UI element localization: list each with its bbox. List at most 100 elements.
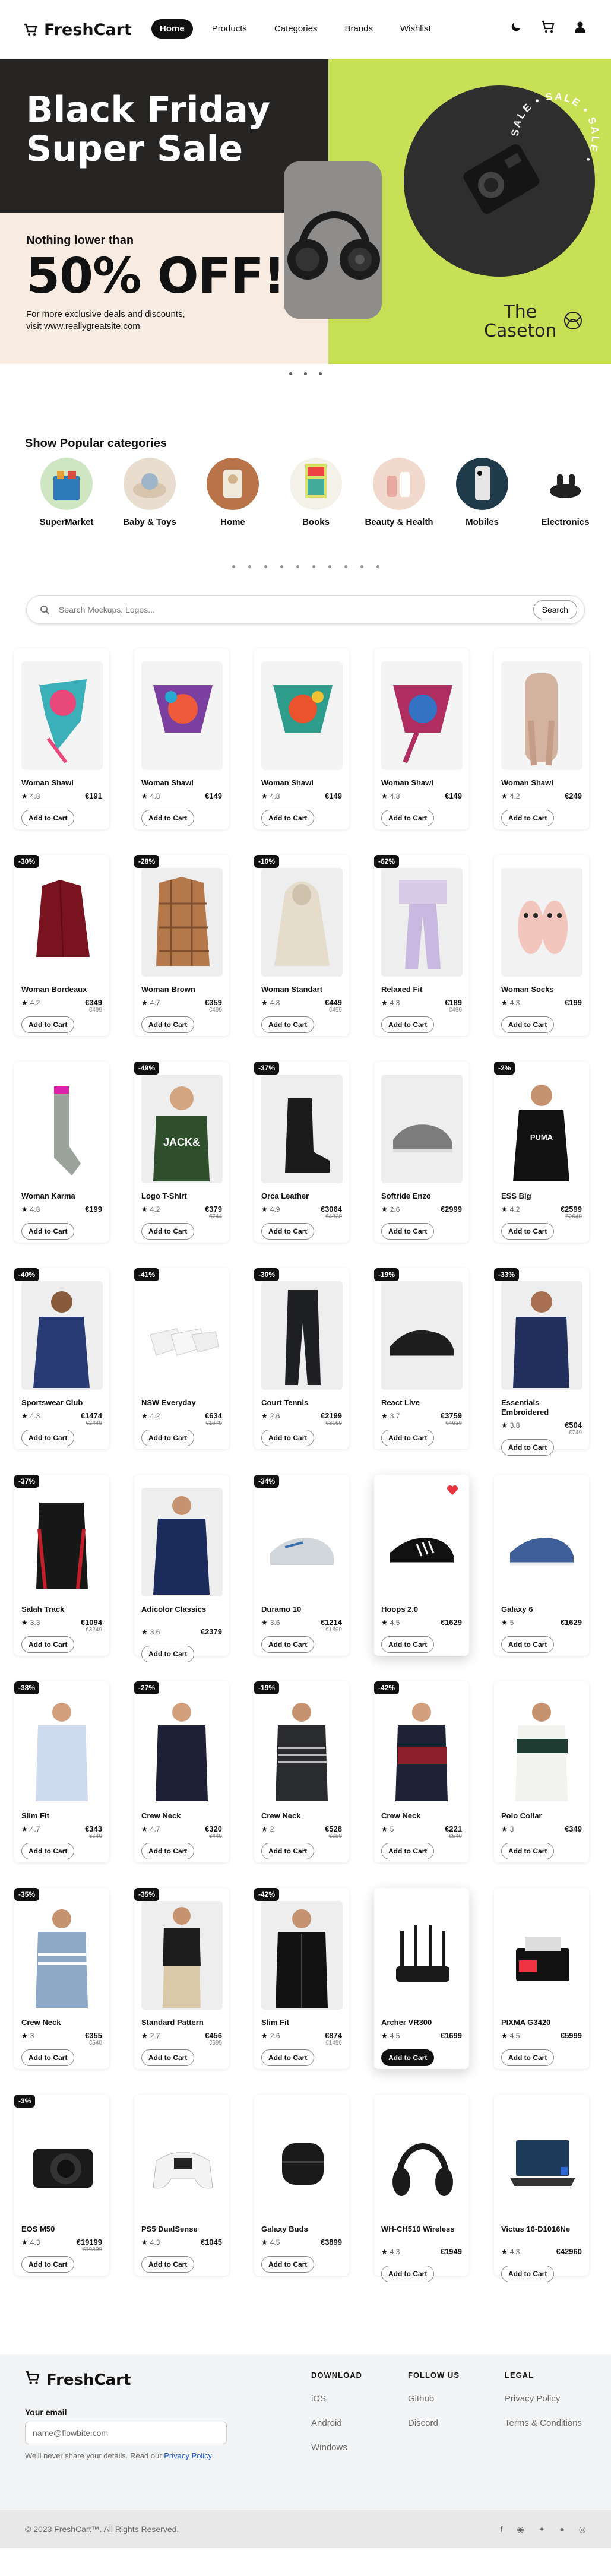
product-card[interactable]: -41% NSW Everyday ★ 4.2 €634 €1079 Add to … (134, 1268, 229, 1449)
category-supermarket[interactable]: SuperMarket (25, 458, 108, 527)
product-name[interactable]: Logo T-Shirt (141, 1192, 222, 1201)
product-card[interactable]: -19% React Live ★ 3.7 €3759 €4639 Add to C… (374, 1268, 469, 1449)
add-to-cart-button[interactable]: Add to Cart (381, 1016, 435, 1033)
add-to-cart-button[interactable]: Add to Cart (261, 1843, 315, 1859)
add-to-cart-button[interactable]: Add to Cart (21, 810, 75, 826)
add-to-cart-button[interactable]: Add to Cart (141, 1223, 195, 1240)
product-name[interactable]: WH-CH510 Wireless (381, 2225, 462, 2244)
add-to-cart-button[interactable]: Add to Cart (501, 810, 555, 826)
discord-icon[interactable]: ◉ (517, 2524, 524, 2534)
nav-brands[interactable]: Brands (336, 19, 381, 39)
add-to-cart-button[interactable]: Add to Cart (381, 810, 435, 826)
product-card[interactable]: -28% Woman Brown ★ 4.7 €359 €499 Add to Ca… (134, 855, 229, 1036)
product-image[interactable] (21, 868, 103, 977)
privacy-link[interactable]: Privacy Policy (164, 2451, 212, 2460)
category-electronics[interactable]: Electronics (524, 458, 607, 527)
footer-brand[interactable]: FreshCart (25, 2371, 131, 2389)
product-image[interactable] (501, 661, 582, 770)
github-icon[interactable]: ● (559, 2524, 564, 2534)
nav-categories[interactable]: Categories (266, 19, 326, 39)
product-card[interactable]: -3% EOS M50 ★ 4.3 €19199 €19809 Add to Car… (14, 2095, 109, 2276)
product-card[interactable]: Polo Collar ★ 3 €349 Add to Cart (494, 1681, 589, 1862)
product-image[interactable] (141, 1694, 223, 1803)
add-to-cart-button[interactable]: Add to Cart (261, 2256, 315, 2273)
category-mobiles[interactable]: Mobiles (441, 458, 524, 527)
add-to-cart-button[interactable]: Add to Cart (501, 2049, 555, 2066)
product-image[interactable] (21, 661, 103, 770)
add-to-cart-button[interactable]: Add to Cart (501, 1223, 555, 1240)
hero-banner[interactable]: Black Friday Super Sale Nothing lower tha… (0, 59, 611, 364)
category-home[interactable]: Home (191, 458, 274, 527)
product-image[interactable] (501, 1488, 582, 1596)
product-card[interactable]: -19% Crew Neck ★ 2 €528 €650 Add to Cart (254, 1681, 349, 1862)
product-card[interactable]: Archer VR300 ★ 4.5 €1699 Add to Cart (374, 1888, 469, 2069)
product-name[interactable]: Woman Shawl (501, 778, 582, 788)
product-image[interactable] (141, 1488, 223, 1596)
link-github[interactable]: Github (408, 2394, 460, 2404)
product-card[interactable]: -2% PUMA ESS Big ★ 4.2 €2599 €2640 Add to … (494, 1062, 589, 1243)
nav-wishlist[interactable]: Wishlist (392, 19, 439, 39)
product-card[interactable]: -34% Duramo 10 ★ 3.6 €1214 €1899 Add to Ca… (254, 1475, 349, 1656)
product-image[interactable] (261, 1075, 343, 1183)
nav-products[interactable]: Products (204, 19, 255, 39)
add-to-cart-button[interactable]: Add to Cart (381, 1223, 435, 1240)
cart-icon[interactable] (541, 20, 555, 34)
product-card[interactable]: WH-CH510 Wireless ★ 4.3 €1949 Add to Cart (374, 2095, 469, 2282)
add-to-cart-button[interactable]: Add to Cart (501, 2266, 555, 2282)
product-card[interactable]: PIXMA G3420 ★ 4.5 €5999 Add to Cart (494, 1888, 589, 2069)
dark-mode-moon-icon[interactable] (509, 20, 523, 34)
add-to-cart-button[interactable]: Add to Cart (501, 1843, 555, 1859)
product-card[interactable]: Softride Enzo ★ 2.6 €2999 Add to Cart (374, 1062, 469, 1243)
link-windows[interactable]: Windows (311, 2442, 362, 2453)
product-name[interactable]: Duramo 10 (261, 1605, 342, 1614)
hero-slider-dots[interactable] (0, 372, 611, 375)
product-card[interactable]: Adicolor Classics ★ 3.6 €2379 Add to Cart (134, 1475, 229, 1662)
product-image[interactable] (141, 1901, 223, 2010)
product-card[interactable]: -42% Crew Neck ★ 5 €221 €540 Add to Cart (374, 1681, 469, 1862)
product-card[interactable]: Woman Shawl ★ 4.8 €149 Add to Cart (134, 648, 229, 829)
product-name[interactable]: Standard Pattern (141, 2018, 222, 2027)
email-field[interactable]: name@flowbite.com (25, 2422, 227, 2444)
product-image[interactable] (261, 868, 343, 977)
product-image[interactable] (141, 868, 223, 977)
add-to-cart-button[interactable]: Add to Cart (21, 2256, 75, 2273)
category-slider-dots[interactable] (0, 565, 611, 568)
product-image[interactable] (141, 661, 223, 770)
product-image[interactable] (381, 1694, 463, 1803)
product-image[interactable] (381, 1901, 463, 2010)
add-to-cart-button[interactable]: Add to Cart (261, 2049, 315, 2066)
product-image[interactable] (501, 1901, 582, 2010)
add-to-cart-button[interactable]: Add to Cart (501, 1016, 555, 1033)
category-baby-toys[interactable]: Baby & Toys (108, 458, 191, 527)
add-to-cart-button[interactable]: Add to Cart (21, 1636, 75, 1653)
product-card[interactable]: Victus 16-D1016Ne ★ 4.3 €42960 Add to Cart (494, 2095, 589, 2282)
search-input[interactable] (59, 605, 533, 614)
product-image[interactable]: JACK& (141, 1075, 223, 1183)
dribbble-icon[interactable]: ◎ (579, 2524, 586, 2534)
product-name[interactable]: Woman Shawl (261, 778, 342, 788)
product-image[interactable] (381, 1281, 463, 1390)
product-name[interactable]: Salah Track (21, 1605, 102, 1614)
add-to-cart-button[interactable]: Add to Cart (21, 1430, 75, 1446)
product-image[interactable] (261, 661, 343, 770)
product-image[interactable] (21, 1488, 103, 1596)
add-to-cart-button[interactable]: Add to Cart (21, 1223, 75, 1240)
link-android[interactable]: Android (311, 2418, 362, 2428)
product-name[interactable]: Victus 16-D1016Ne (501, 2225, 582, 2244)
product-image[interactable] (381, 661, 463, 770)
product-image[interactable] (501, 1281, 582, 1390)
product-image[interactable] (381, 1488, 463, 1596)
product-card[interactable]: Woman Karma ★ 4.8 €199 Add to Cart (14, 1062, 109, 1243)
product-name[interactable]: Woman Socks (501, 985, 582, 994)
product-image[interactable] (141, 2108, 223, 2216)
product-name[interactable]: Woman Standart (261, 985, 342, 994)
link-discord[interactable]: Discord (408, 2418, 460, 2428)
product-card[interactable]: -35% Crew Neck ★ 3 €355 €540 Add to Cart (14, 1888, 109, 2069)
product-card[interactable]: Hoops 2.0 ★ 4.5 €1629 Add to Cart (374, 1475, 469, 1656)
add-to-cart-button[interactable]: Add to Cart (21, 2049, 75, 2066)
product-name[interactable]: Woman Brown (141, 985, 222, 994)
product-card[interactable]: -37% Orca Leather ★ 4.9 €3064 €4820 Add to… (254, 1062, 349, 1243)
category-books[interactable]: Books (274, 458, 357, 527)
brand-logo[interactable]: FreshCart (24, 21, 132, 39)
search-button[interactable]: Search (533, 600, 577, 619)
